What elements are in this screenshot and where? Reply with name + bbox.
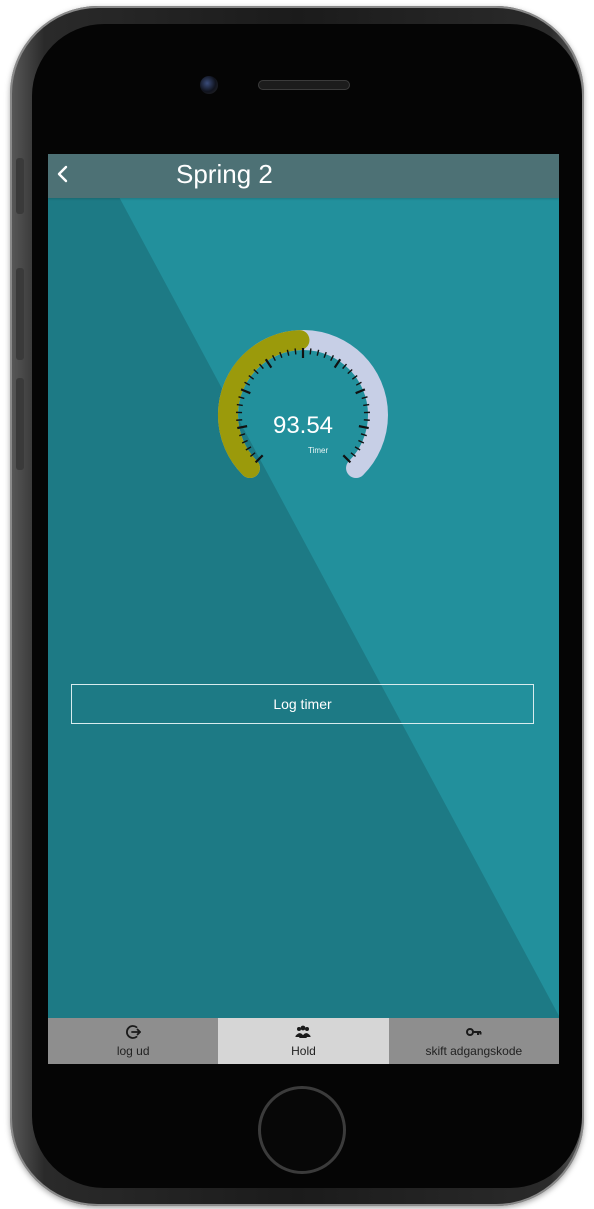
tab-skift-adgangskode[interactable]: skift adgangskode [388, 1018, 559, 1064]
logout-icon [126, 1025, 142, 1039]
gauge-minor-tick [294, 348, 297, 355]
key-icon [465, 1028, 482, 1036]
app-screen: Spring 2 93.54 Timer Log timer log ud Ho… [48, 154, 559, 1064]
tab-label-hold: Hold [291, 1044, 316, 1058]
volume-down-button [16, 378, 24, 470]
bottom-tab-bar: log ud Hold skift adgangskode [48, 1018, 559, 1064]
tab-label-log-ud: log ud [116, 1044, 150, 1058]
log-timer-button[interactable]: Log timer [71, 684, 534, 724]
gauge-major-tick [333, 358, 342, 369]
gauge-major-tick [342, 454, 352, 464]
gauge-fill [218, 330, 310, 479]
home-button[interactable] [258, 1086, 346, 1174]
gauge-major-tick [254, 454, 264, 464]
gauge-major-tick [264, 358, 273, 369]
team-icon [295, 1025, 311, 1038]
gauge-major-tick [355, 388, 366, 395]
gauge-value: 93.54 [272, 412, 334, 439]
app-header: Spring 2 [48, 154, 559, 198]
page-title: Spring 2 [176, 159, 273, 189]
gauge-unit: Timer [308, 446, 329, 455]
speaker-grille [258, 80, 350, 90]
gauge-minor-tick [363, 403, 370, 407]
tab-label-skift-adgangskode: skift adgangskode [425, 1044, 523, 1058]
gauge-minor-tick [309, 348, 312, 355]
volume-up-button [16, 268, 24, 360]
tab-hold[interactable]: Hold [218, 1018, 389, 1064]
gauge-minor-tick [236, 403, 243, 407]
back-chevron-icon [57, 165, 68, 183]
back-button[interactable] [52, 158, 74, 190]
tab-log-ud[interactable]: log ud [48, 1018, 219, 1064]
mute-switch [16, 158, 24, 214]
background-diagonal [96, 154, 559, 1016]
camera-icon [200, 76, 218, 94]
